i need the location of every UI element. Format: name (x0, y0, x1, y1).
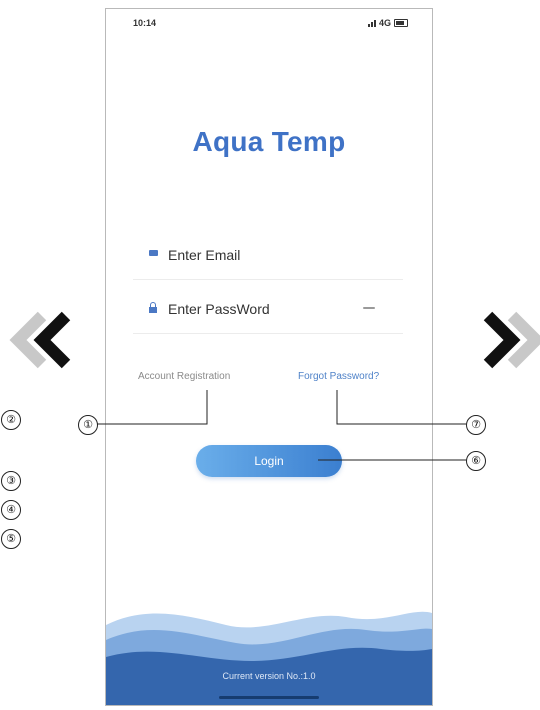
lock-icon (149, 302, 157, 313)
status-indicators: 4G (367, 18, 408, 28)
chevron-left-icon[interactable] (6, 308, 76, 372)
callout-1: ① (78, 415, 98, 435)
account-registration-link[interactable]: Account Registration (138, 371, 230, 382)
signal-icon (367, 19, 376, 27)
version-text: Current version No.:1.0 (222, 671, 316, 681)
chevron-right-icon[interactable] (478, 308, 540, 372)
app-title: Aqua Temp (192, 126, 346, 157)
status-time: 10:14 (133, 18, 157, 28)
eye-icon[interactable] (363, 307, 375, 309)
callout-6: ⑥ (466, 451, 486, 471)
callout-4: ④ (1, 500, 21, 520)
wave-decoration (106, 611, 432, 705)
mail-icon (149, 250, 158, 256)
callout-2: ② (1, 410, 21, 430)
email-field (133, 231, 403, 280)
email-input[interactable] (168, 244, 358, 266)
callout-3: ③ (1, 471, 21, 491)
callout-5: ⑤ (1, 529, 21, 549)
callout-7: ⑦ (466, 415, 486, 435)
battery-icon (394, 19, 408, 27)
status-bar: 10:14 4G (106, 9, 432, 37)
forgot-password-link[interactable]: Forgot Password? (298, 371, 379, 382)
password-input[interactable] (168, 298, 358, 320)
home-indicator (219, 696, 319, 699)
password-field (133, 285, 403, 334)
phone-screen: 10:14 4G Aqua Temp Account Registration … (105, 8, 433, 706)
login-button[interactable]: Login (196, 445, 342, 477)
network-label: 4G (378, 18, 391, 28)
